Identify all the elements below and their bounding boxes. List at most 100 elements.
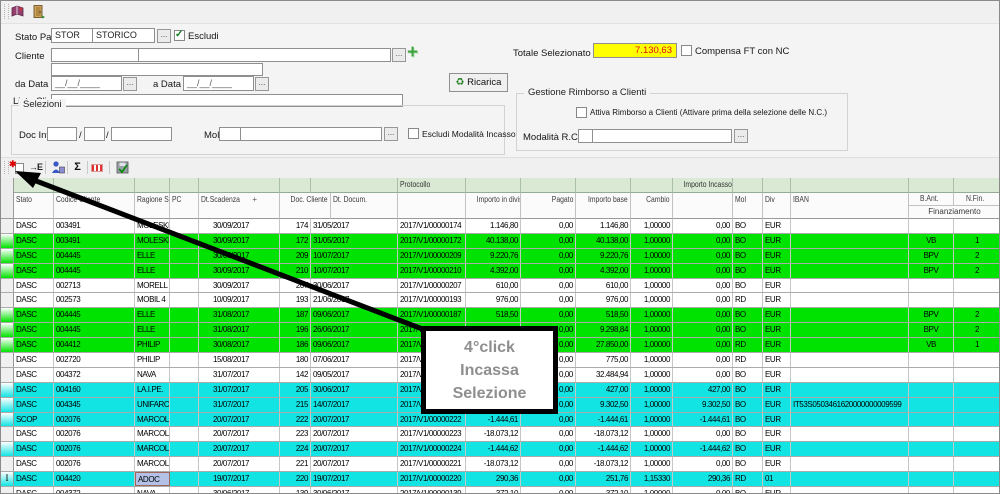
- cell[interactable]: NAVA: [135, 368, 170, 382]
- cell[interactable]: VB: [909, 234, 954, 248]
- cell[interactable]: 30/06/2017: [199, 487, 280, 494]
- cell[interactable]: 1,00000: [631, 323, 673, 337]
- cell[interactable]: 0,00: [521, 234, 576, 248]
- cell[interactable]: BO: [733, 413, 763, 427]
- mol-browse-button[interactable]: ...: [384, 127, 398, 141]
- cell[interactable]: [170, 457, 199, 471]
- cell[interactable]: [954, 279, 1000, 293]
- cell[interactable]: 1: [954, 234, 1000, 248]
- da-data-browse-button[interactable]: ...: [123, 77, 137, 91]
- cell[interactable]: 004372: [54, 368, 135, 382]
- cell[interactable]: [791, 472, 909, 486]
- cell[interactable]: [791, 264, 909, 278]
- table-row[interactable]: DASC003491MOLESKI30/09/201717431/05/2017…: [1, 219, 1000, 234]
- cell[interactable]: 002076: [54, 413, 135, 427]
- cell[interactable]: [791, 383, 909, 397]
- cell[interactable]: [954, 353, 1000, 367]
- cell[interactable]: 003491: [54, 234, 135, 248]
- cell[interactable]: 9.302,50: [576, 398, 631, 412]
- cell[interactable]: 15/08/2017: [199, 353, 280, 367]
- cell[interactable]: MARCOLI: [135, 457, 170, 471]
- cell[interactable]: 290,36: [673, 472, 733, 486]
- cell[interactable]: EUR: [763, 264, 791, 278]
- table-row[interactable]: IDASC004420ADOC19/07/201722019/07/201720…: [1, 472, 1000, 487]
- cell[interactable]: [909, 398, 954, 412]
- cliente-code-field[interactable]: [51, 48, 139, 62]
- cell[interactable]: -18.073,12: [576, 427, 631, 441]
- cell[interactable]: VB: [909, 338, 954, 352]
- cell[interactable]: 0,00: [521, 487, 576, 494]
- cell[interactable]: 142: [280, 368, 311, 382]
- cell[interactable]: [954, 472, 1000, 486]
- cell[interactable]: PHILIP: [135, 338, 170, 352]
- cell[interactable]: [791, 353, 909, 367]
- cell[interactable]: 30/09/2017: [199, 249, 280, 263]
- cell[interactable]: 210: [280, 264, 311, 278]
- cell[interactable]: 0,00: [521, 427, 576, 441]
- cell[interactable]: 07/06/2017: [311, 353, 398, 367]
- cell[interactable]: 186: [280, 338, 311, 352]
- cell[interactable]: EUR: [763, 249, 791, 263]
- cell[interactable]: [170, 472, 199, 486]
- cell[interactable]: BO: [733, 427, 763, 441]
- cliente-browse-button[interactable]: ...: [392, 48, 406, 62]
- cell[interactable]: 004445: [54, 308, 135, 322]
- cell[interactable]: 31/07/2017: [199, 383, 280, 397]
- cell[interactable]: PHILIP: [135, 353, 170, 367]
- cell[interactable]: 004420: [54, 472, 135, 486]
- cell[interactable]: EUR: [763, 487, 791, 494]
- cell[interactable]: DASC: [14, 442, 54, 456]
- cell[interactable]: 9.220,76: [576, 249, 631, 263]
- cell[interactable]: [170, 323, 199, 337]
- cell[interactable]: 004445: [54, 249, 135, 263]
- cell[interactable]: DASC: [14, 487, 54, 494]
- cell[interactable]: -18.073,12: [466, 457, 521, 471]
- cell[interactable]: 0,00: [521, 264, 576, 278]
- cell[interactable]: 0,00: [673, 427, 733, 441]
- cell[interactable]: EUR: [763, 293, 791, 307]
- cell[interactable]: 2017/V1/00000172: [398, 234, 466, 248]
- cell[interactable]: 31/07/2017: [199, 398, 280, 412]
- modalita-rc-code-field[interactable]: [578, 129, 593, 143]
- cell[interactable]: 372,10: [576, 487, 631, 494]
- cell[interactable]: 30/09/2017: [199, 219, 280, 233]
- cell[interactable]: 207: [280, 279, 311, 293]
- cell[interactable]: BO: [733, 279, 763, 293]
- escludi-checkbox[interactable]: ✓: [174, 30, 185, 41]
- cell[interactable]: BO: [733, 264, 763, 278]
- cell[interactable]: MOBIL 4: [135, 293, 170, 307]
- cell[interactable]: DASC: [14, 219, 54, 233]
- cell[interactable]: EUR: [763, 234, 791, 248]
- cell[interactable]: 002076: [54, 442, 135, 456]
- cell[interactable]: 1,00000: [631, 457, 673, 471]
- cell[interactable]: 0,00: [521, 472, 576, 486]
- cell[interactable]: BO: [733, 249, 763, 263]
- cell[interactable]: 775,00: [576, 353, 631, 367]
- cell[interactable]: [909, 427, 954, 441]
- floppy-check-icon[interactable]: [114, 160, 131, 175]
- cell[interactable]: BO: [733, 368, 763, 382]
- cell[interactable]: 01: [763, 472, 791, 486]
- cell[interactable]: SCOP: [14, 413, 54, 427]
- stato-pag-browse-button[interactable]: ...: [157, 29, 171, 43]
- table-row[interactable]: DASC002076MARCOLI20/07/201722120/07/2017…: [1, 457, 1000, 472]
- cell[interactable]: EUR: [763, 353, 791, 367]
- cell[interactable]: 610,00: [576, 279, 631, 293]
- cell[interactable]: [954, 293, 1000, 307]
- cell[interactable]: [909, 442, 954, 456]
- cell[interactable]: ADOC: [135, 472, 170, 486]
- cell[interactable]: [791, 323, 909, 337]
- cell[interactable]: 1,00000: [631, 353, 673, 367]
- cell[interactable]: 427,00: [576, 383, 631, 397]
- cell[interactable]: 09/06/2017: [311, 338, 398, 352]
- cell[interactable]: [954, 383, 1000, 397]
- cell[interactable]: 976,00: [466, 293, 521, 307]
- cell[interactable]: 290,36: [466, 472, 521, 486]
- cell[interactable]: 10/07/2017: [311, 264, 398, 278]
- cell[interactable]: -1.444,61: [673, 413, 733, 427]
- modalita-rc-browse-button[interactable]: ...: [734, 129, 748, 143]
- cell[interactable]: 19/07/2017: [199, 472, 280, 486]
- cell[interactable]: 2017/V1/00000224: [398, 442, 466, 456]
- cell[interactable]: [791, 427, 909, 441]
- cell[interactable]: DASC: [14, 279, 54, 293]
